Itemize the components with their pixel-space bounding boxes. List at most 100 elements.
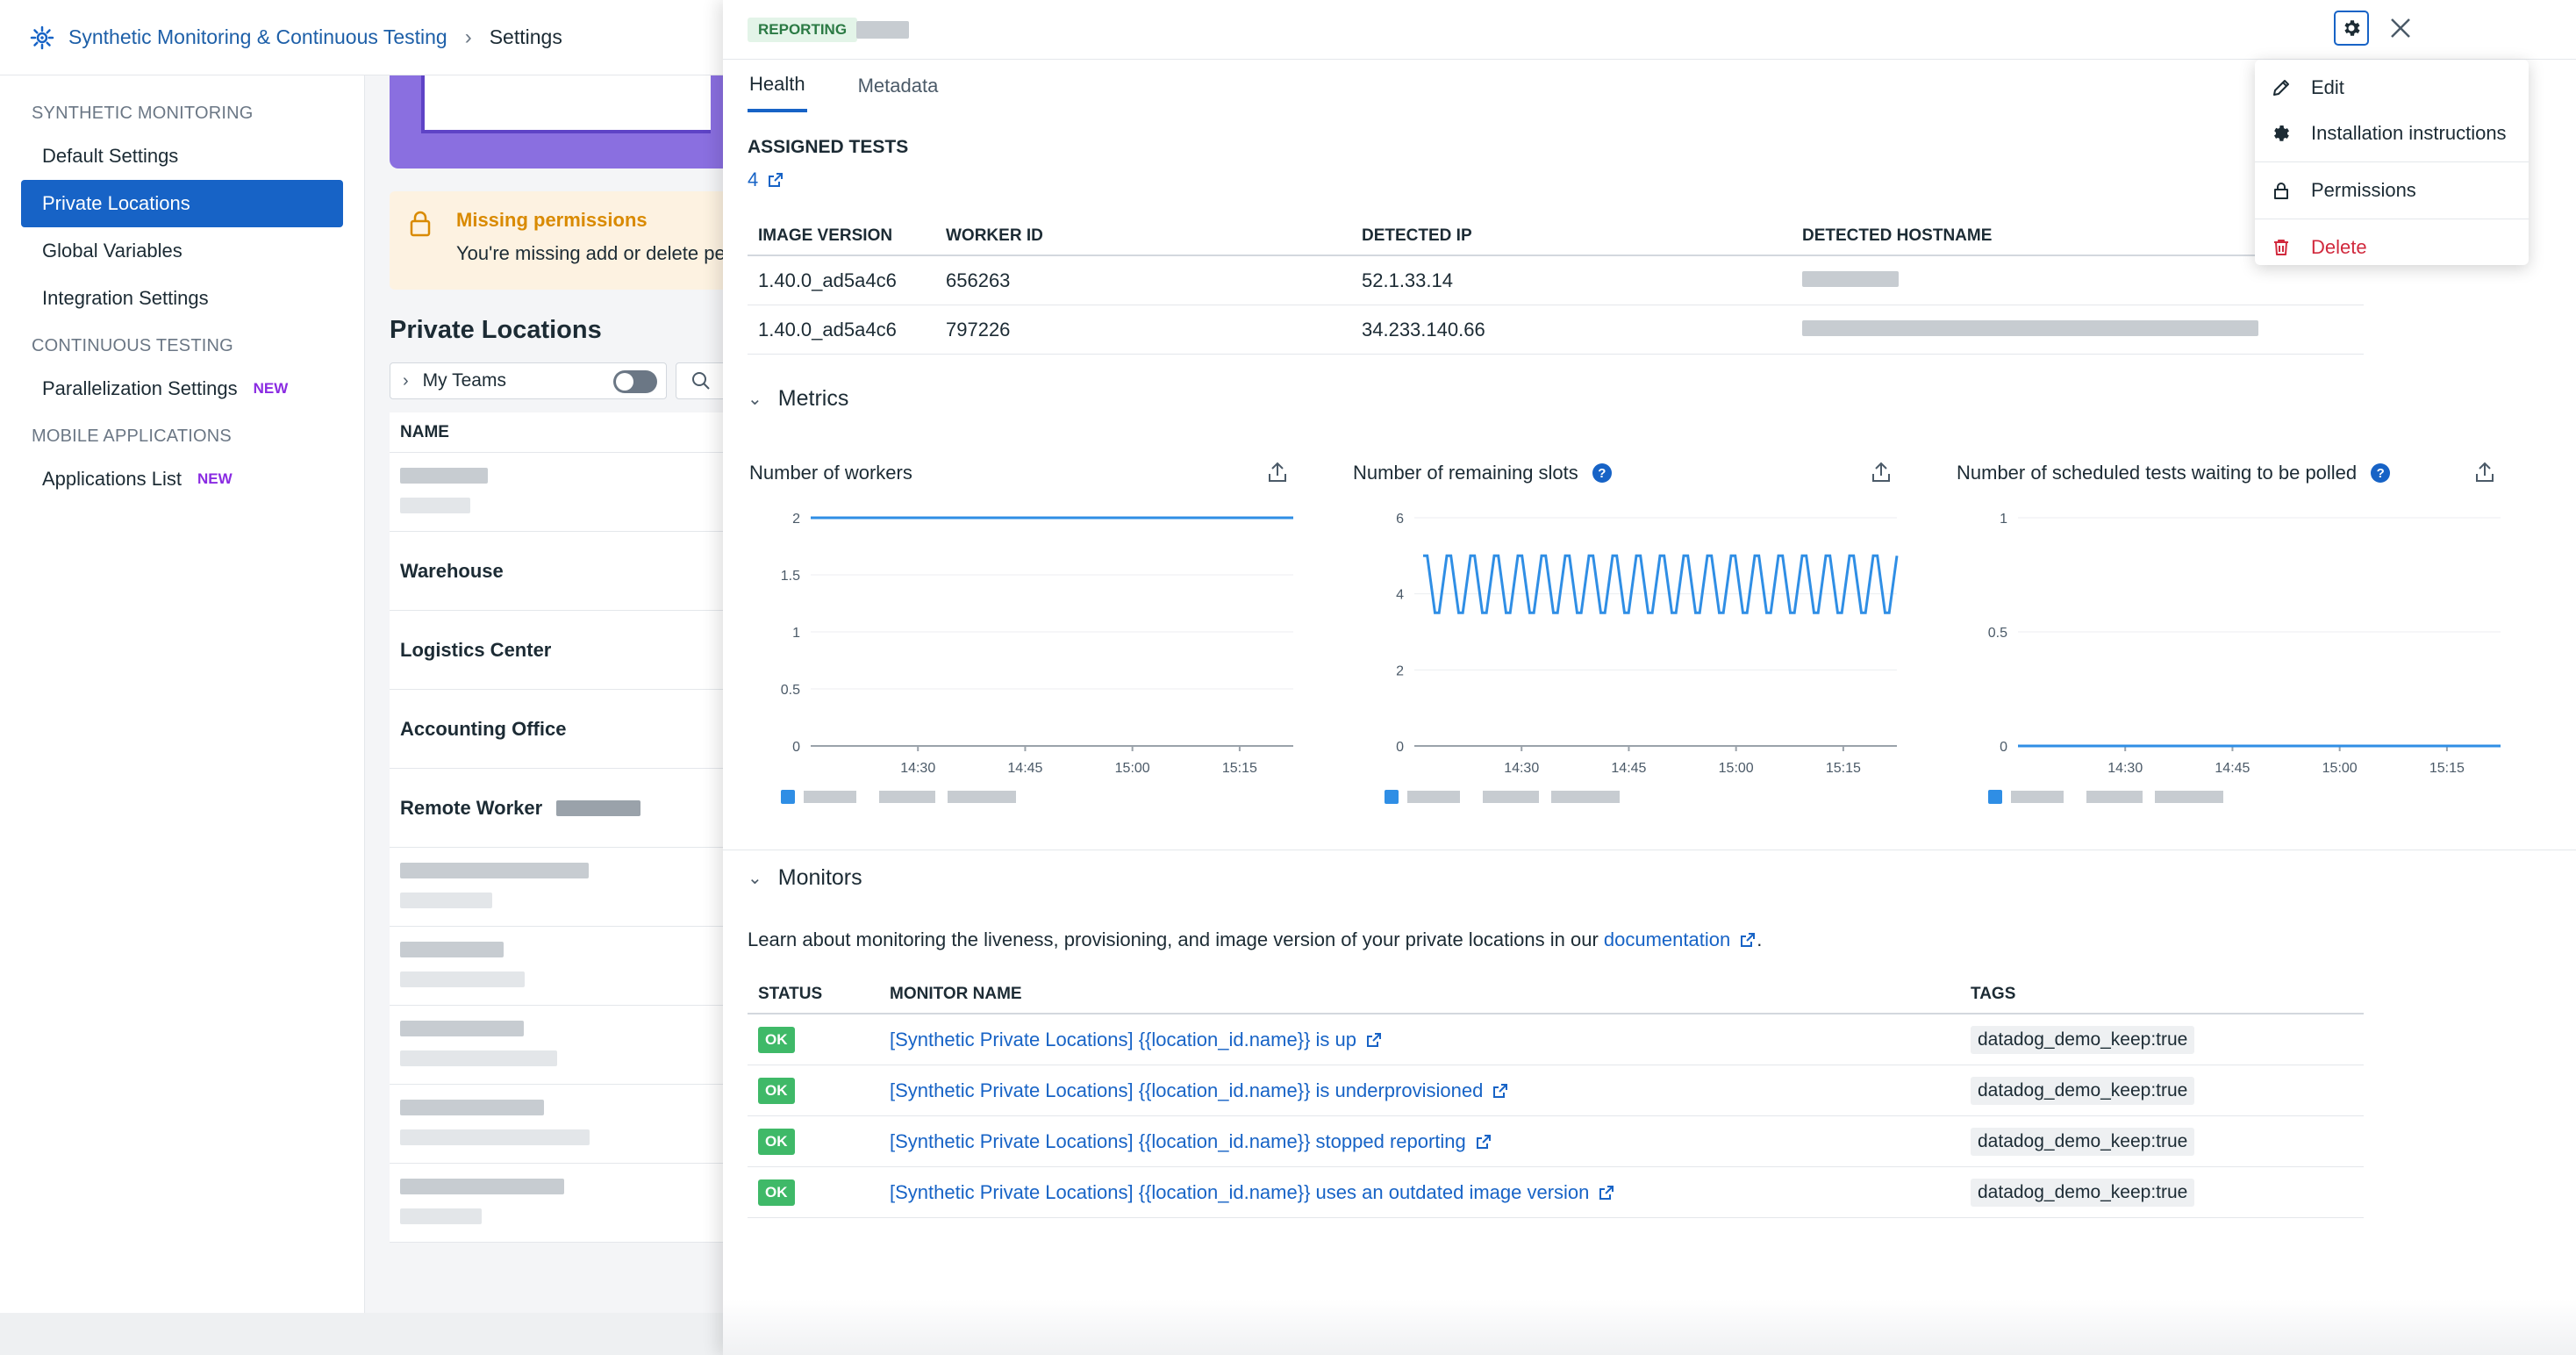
menu-item-label: Permissions [2311,179,2416,201]
list-item[interactable] [390,848,728,927]
chevron-right-icon: › [403,370,409,391]
metrics-section-toggle[interactable]: ⌄ Metrics [748,386,848,412]
help-icon[interactable]: ? [2371,463,2391,483]
warning-text: You're missing add or delete pe [456,242,726,264]
search-icon [692,372,710,390]
sidebar-item[interactable]: Applications List NEW [21,455,343,503]
column-header: TAGS [1971,985,2016,1003]
sidebar-item[interactable]: Private Locations [21,180,343,227]
monitors-section-toggle[interactable]: ⌄ Monitors [748,865,862,891]
location-name: Warehouse [400,559,504,582]
export-icon[interactable] [2472,460,2497,484]
menu-item-permissions[interactable]: Permissions [2255,168,2529,213]
breadcrumb-product-link[interactable]: Synthetic Monitoring & Continuous Testin… [68,25,447,49]
gear-icon [2274,125,2289,141]
monitor-name: [Synthetic Private Locations] {{location… [890,1180,1590,1203]
menu-item-delete[interactable]: Delete [2255,225,2529,270]
list-item[interactable] [390,927,728,1006]
settings-menu-button[interactable] [2334,11,2369,46]
table-row: 1.40.0_ad5a4c6 797226 34.233.140.66 [748,305,2364,355]
redacted-hostname [1802,319,2258,336]
monitors-section-title: Monitors [777,865,862,890]
sidebar-item[interactable]: Default Settings [21,133,343,180]
list-item[interactable] [390,453,728,532]
tag-chip[interactable]: datadog_demo_keep:true [1971,1127,2195,1156]
menu-item-edit[interactable]: Edit [2255,65,2529,111]
table-cell [1792,319,2364,341]
tag-chip[interactable]: datadog_demo_keep:true [1971,1076,2195,1105]
list-item[interactable]: Remote Worker [390,769,728,848]
sidebar-item[interactable]: Integration Settings [21,275,343,322]
workers-table: IMAGE VERSION WORKER ID DETECTED IP DETECTE… [748,218,2364,355]
help-icon[interactable]: ? [1592,463,1612,483]
table-cell: 34.233.140.66 [1362,318,1485,341]
tag-chip[interactable]: datadog_demo_keep:true [1971,1025,2195,1054]
y-tick-label: 0 [1396,740,1404,755]
redacted-text [400,1098,590,1151]
my-teams-toggle[interactable] [613,370,657,393]
monitor-link[interactable]: [Synthetic Private Locations] {{location… [890,1029,1383,1051]
list-item[interactable]: Logistics Center [390,611,728,690]
redacted-text [400,1019,557,1072]
sidebar-item-label: Private Locations [42,192,190,214]
list-item[interactable]: Accounting Office [390,690,728,769]
list-item[interactable] [390,1164,728,1243]
x-tick-label: 15:00 [1115,761,1150,776]
chart-legend[interactable] [781,790,1016,804]
close-icon [2391,18,2410,38]
list-item[interactable] [390,1006,728,1085]
list-item[interactable] [390,1085,728,1164]
tab-health[interactable]: Health [748,60,807,112]
monitor-name-cell: [Synthetic Private Locations] {{location… [879,1079,1965,1102]
status-cell: OK [748,1179,879,1206]
monitor-link[interactable]: [Synthetic Private Locations] {{location… [890,1130,1492,1153]
series-line [1423,554,1899,614]
my-teams-filter[interactable]: › My Teams [390,362,667,399]
table-cell: 52.1.33.14 [1362,269,1453,291]
tab-metadata[interactable]: Metadata [856,60,941,112]
y-tick-label: 4 [1396,588,1404,603]
page-footer [0,1313,728,1355]
table-cell: 797226 [946,318,1011,341]
x-tick-label: 15:00 [1719,761,1754,776]
settings-sidenav: SYNTHETIC MONITORING Default Settings Priv… [0,75,365,1313]
status-cell: OK [748,1128,879,1155]
close-drawer-button[interactable] [2385,12,2416,44]
redacted-legend-text [1483,791,1539,803]
external-link-icon [1476,1134,1491,1149]
monitor-name-cell: [Synthetic Private Locations] {{location… [879,1029,1965,1051]
breadcrumb-current: Settings [489,25,562,48]
menu-item-installation[interactable]: Installation instructions [2255,111,2529,156]
metric-title: Number of workers [749,462,912,484]
x-tick-label: 15:15 [1826,761,1861,776]
status-badge: REPORTING [748,18,858,42]
table-cell: 1.40.0_ad5a4c6 [758,318,897,341]
tag-value: true [2156,1079,2188,1100]
export-icon[interactable] [1869,460,1893,484]
chart-title: Number of scheduled tests waiting to be … [1957,462,2358,484]
export-icon[interactable] [1265,460,1290,484]
chart-legend[interactable] [1385,790,1620,804]
chart-legend[interactable] [1988,790,2223,804]
list-item[interactable]: Warehouse [390,532,728,611]
redacted-text [400,861,589,914]
y-tick-label: 2 [1396,663,1404,678]
redacted-legend-text [2011,791,2064,803]
assigned-tests-link[interactable]: 4 [748,168,784,191]
chevron-down-icon: ⌄ [748,390,762,409]
chart-plot: 0 0.5 1 1.5 2 14:30 14:45 15:00 15:15 [781,512,1293,804]
tag-chip[interactable]: datadog_demo_keep:true [1971,1178,2195,1207]
sidebar-item[interactable]: Parallelization Settings NEW [21,365,343,412]
redacted-hostname [1802,270,1899,287]
documentation-link[interactable]: documentation [1604,928,1757,951]
chart-plot: 0 0.5 1 14:30 14:45 15:00 15:15 [1988,512,2501,804]
my-teams-label: My Teams [422,370,506,391]
sidebar-item[interactable]: Global Variables [21,227,343,275]
y-tick-label: 0.5 [781,683,800,698]
sidebar-item-label: Default Settings [42,145,179,167]
monitor-link[interactable]: [Synthetic Private Locations] {{location… [890,1181,1615,1204]
drawer-tabs: Health Metadata [748,60,989,112]
search-input[interactable] [676,362,728,399]
y-tick-label: 0 [792,740,800,755]
monitor-link[interactable]: [Synthetic Private Locations] {{location… [890,1079,1509,1102]
